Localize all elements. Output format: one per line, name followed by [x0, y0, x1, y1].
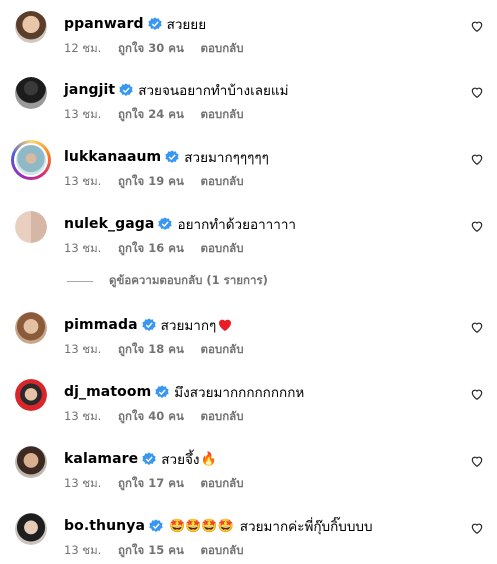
comment-username[interactable]: ppanward — [64, 16, 144, 32]
comment-username[interactable]: dj_matoom — [64, 384, 151, 400]
avatar-story-ring[interactable] — [11, 140, 51, 180]
comment-time[interactable]: 13 ชม. — [64, 476, 101, 490]
comment-item: dj_matoom มึงสวยมากกกกกกกกห 13 ชม. ถูกใจ… — [0, 379, 497, 439]
comment-item: kalamare สวยจึ้ง 🔥 13 ชม. ถูกใจ 17 คน ตอ… — [0, 446, 497, 506]
heart-outline-icon[interactable] — [470, 152, 484, 166]
comment-list: ppanward สวยยย 12 ชม. ถูกใจ 30 คน ตอบกลั… — [0, 0, 497, 564]
verified-badge-icon — [165, 150, 179, 163]
reply-button[interactable]: ตอบกลับ — [201, 543, 244, 557]
comment-time[interactable]: 12 ชม. — [64, 41, 101, 55]
reply-button[interactable]: ตอบกลับ — [201, 241, 244, 255]
comment-item: ppanward สวยยย 12 ชม. ถูกใจ 30 คน ตอบกลั… — [0, 11, 497, 71]
avatar[interactable] — [15, 11, 47, 43]
comment-likes[interactable]: ถูกใจ 17 คน — [118, 476, 184, 490]
divider — [67, 280, 93, 282]
comment-text: สวยจึ้ง — [161, 452, 200, 468]
comment-likes[interactable]: ถูกใจ 18 คน — [118, 342, 184, 356]
heart-outline-icon[interactable] — [470, 387, 484, 401]
comment-text: มึงสวยมากกกกกกกกห — [174, 385, 305, 401]
comment-text: สวยมากๆๆๆๆๆ — [184, 150, 269, 166]
verified-badge-icon — [147, 17, 162, 30]
comment-item: bo.thunya 🤩🤩🤩🤩 สวยมากค่ะพี่กุ๊บกิ๊บบบบ 1… — [0, 513, 497, 564]
comment-likes[interactable]: ถูกใจ 15 คน — [118, 543, 184, 557]
comment-text: สวยมากค่ะพี่กุ๊บกิ๊บบบบ — [239, 519, 373, 535]
comment-username[interactable]: nulek_gaga — [64, 216, 154, 232]
view-replies-button[interactable]: ดูข้อความตอบกลับ (1 รายการ) — [67, 273, 268, 289]
comment-username[interactable]: lukkanaaum — [64, 149, 161, 165]
reply-button[interactable]: ตอบกลับ — [201, 476, 244, 490]
comment-username[interactable]: jangjit — [64, 82, 115, 98]
comment-likes[interactable]: ถูกใจ 30 คน — [118, 41, 184, 55]
fire-emoji: 🔥 — [200, 451, 217, 467]
comment-time[interactable]: 13 ชม. — [64, 543, 101, 557]
reply-button[interactable]: ตอบกลับ — [201, 41, 244, 55]
heart-outline-icon[interactable] — [470, 19, 484, 33]
star-struck-emojis: 🤩🤩🤩🤩 — [169, 518, 234, 534]
reply-button[interactable]: ตอบกลับ — [201, 342, 244, 356]
comment-item: jangjit สวยจนอยากทำบ้างเลยแม่ 13 ชม. ถูก… — [0, 77, 497, 137]
comment-text: สวยจนอยากทำบ้างเลยแม่ — [138, 83, 289, 99]
verified-badge-icon — [155, 385, 169, 398]
red-heart-emoji — [219, 319, 232, 331]
comment-time[interactable]: 13 ชม. — [64, 107, 101, 121]
comment-time[interactable]: 13 ชม. — [64, 241, 101, 255]
view-replies-label: ดูข้อความตอบกลับ (1 รายการ) — [109, 273, 268, 287]
avatar[interactable] — [15, 513, 47, 545]
comment-likes[interactable]: ถูกใจ 19 คน — [118, 174, 184, 188]
comment-username[interactable]: bo.thunya — [64, 518, 145, 534]
heart-outline-icon[interactable] — [470, 454, 484, 468]
comment-username[interactable]: pimmada — [64, 317, 138, 333]
avatar[interactable] — [15, 379, 47, 411]
verified-badge-icon — [142, 452, 156, 465]
comment-item: nulek_gaga อยากทำด้วยอาาาาา 13 ชม. ถูกใจ… — [0, 211, 497, 271]
comment-text: สวยยย — [166, 17, 207, 33]
avatar[interactable] — [15, 446, 47, 478]
verified-badge-icon — [119, 83, 133, 96]
comment-likes[interactable]: ถูกใจ 16 คน — [118, 241, 184, 255]
comment-text: อยากทำด้วยอาาาาา — [177, 217, 297, 233]
reply-button[interactable]: ตอบกลับ — [201, 107, 244, 121]
comment-time[interactable]: 13 ชม. — [64, 342, 101, 356]
heart-outline-icon[interactable] — [470, 320, 484, 334]
heart-outline-icon[interactable] — [470, 219, 484, 233]
heart-outline-icon[interactable] — [470, 521, 484, 535]
avatar[interactable] — [15, 211, 47, 243]
avatar[interactable] — [15, 312, 47, 344]
verified-badge-icon — [141, 318, 156, 331]
reply-button[interactable]: ตอบกลับ — [201, 409, 244, 423]
comment-likes[interactable]: ถูกใจ 40 คน — [118, 409, 184, 423]
comment-item: lukkanaaum สวยมากๆๆๆๆๆ 13 ชม. ถูกใจ 19 ค… — [0, 140, 497, 204]
comment-item: pimmada สวยมากๆ 13 ชม. ถูกใจ 18 คน ตอบกล… — [0, 312, 497, 372]
reply-button[interactable]: ตอบกลับ — [201, 174, 244, 188]
heart-outline-icon[interactable] — [470, 85, 484, 99]
comment-time[interactable]: 13 ชม. — [64, 174, 101, 188]
comment-username[interactable]: kalamare — [64, 451, 138, 467]
verified-badge-icon — [149, 519, 163, 532]
comment-text: สวยมากๆ — [160, 318, 217, 334]
comment-likes[interactable]: ถูกใจ 24 คน — [118, 107, 184, 121]
avatar[interactable] — [15, 77, 47, 109]
verified-badge-icon — [158, 217, 173, 230]
comment-time[interactable]: 13 ชม. — [64, 409, 101, 423]
